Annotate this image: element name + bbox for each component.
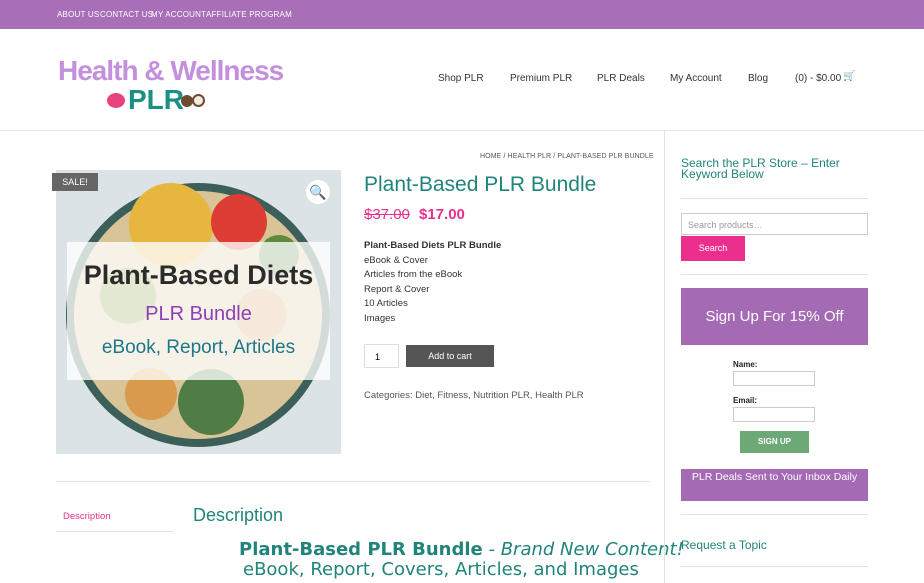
magnifier-icon[interactable]: 🔍	[306, 180, 330, 204]
tab-underline	[56, 531, 174, 532]
nav-cart[interactable]: (0) - $0.00	[795, 73, 841, 84]
cart-icon[interactable]: 🛒	[843, 71, 855, 82]
image-title: Plant-Based Diets	[83, 260, 314, 290]
nav-deals[interactable]: PLR Deals	[597, 73, 645, 84]
deals-banner[interactable]: PLR Deals Sent to Your Inbox Daily	[681, 469, 868, 501]
description-title: Description	[193, 505, 284, 525]
coconut-half-icon	[192, 94, 205, 107]
contact-link[interactable]: CONTACT US	[100, 10, 153, 19]
name-label: Name:	[733, 360, 758, 369]
sidebar-border	[664, 131, 665, 583]
description-line: 10 Articles	[364, 298, 408, 309]
description-line: eBook & Cover	[364, 254, 428, 266]
tab-description[interactable]: Description	[63, 511, 111, 522]
description-line: Articles from the eBook	[364, 269, 463, 280]
image-subtitle: PLR Bundle	[145, 303, 252, 325]
sale-price: $17.00	[419, 206, 465, 223]
add-to-cart-button[interactable]: Add to cart	[406, 345, 494, 367]
content-headline: Plant-Based PLR Bundle - Brand New Conte…	[239, 539, 684, 560]
nav-blog[interactable]: Blog	[748, 73, 768, 84]
affiliate-link[interactable]: AFFILIATE PROGRAM	[206, 10, 292, 19]
nav-account[interactable]: My Account	[670, 73, 722, 84]
top-bar: ABOUT US CONTACT US MY ACCOUNT AFFILIATE…	[0, 0, 924, 29]
search-input[interactable]: Search products…	[681, 213, 868, 235]
product-categories: Categories: Diet, Fitness, Nutrition PLR…	[364, 390, 584, 401]
content-tagline: - Brand New Content!	[482, 539, 684, 560]
nav-shop[interactable]: Shop PLR	[438, 73, 484, 84]
description-line: Report & Cover	[364, 283, 430, 295]
image-tagline: eBook, Report, Articles	[101, 337, 296, 358]
categories-label: Categories:	[364, 390, 413, 401]
sidebar-separator	[681, 198, 868, 199]
account-link[interactable]: MY ACCOUNT	[151, 10, 206, 19]
section-divider	[56, 481, 650, 482]
dragonfruit-icon	[107, 93, 125, 108]
email-field[interactable]	[733, 407, 815, 422]
nav-premium[interactable]: Premium PLR	[510, 73, 572, 84]
old-price: $37.00	[364, 206, 410, 223]
description-line: Images	[364, 312, 396, 324]
sidebar-separator	[681, 566, 868, 567]
content-bold: Plant-Based PLR Bundle	[239, 539, 483, 560]
description-heading: Plant-Based Diets PLR Bundle	[364, 240, 502, 251]
sidebar-separator	[681, 274, 868, 275]
search-button[interactable]: Search	[681, 236, 745, 261]
product-image[interactable]: Plant-Based Diets PLR Bundle eBook, Repo…	[56, 170, 341, 454]
sale-badge: SALE!	[52, 173, 98, 191]
breadcrumb[interactable]: HOME / HEALTH PLR / PLANT-BASED PLR BUND…	[480, 153, 654, 160]
content-subheadline: eBook, Report, Covers, Articles, and Ima…	[243, 559, 639, 580]
request-topic-link[interactable]: Request a Topic	[681, 538, 767, 552]
signup-button[interactable]: SIGN UP	[740, 431, 809, 453]
quantity-stepper[interactable]: 1	[364, 344, 399, 368]
product-short-description: Plant-Based Diets PLR Bundle eBook & Cov…	[364, 239, 501, 326]
sidebar-separator	[681, 514, 868, 515]
sidebar-search-title: Search the PLR Store – Enter Keyword Bel…	[681, 156, 840, 181]
about-link[interactable]: ABOUT US	[57, 10, 99, 19]
logo-title[interactable]: Health & Wellness	[58, 55, 284, 87]
signup-banner: Sign Up For 15% Off	[681, 288, 868, 345]
category-links[interactable]: Diet, Fitness, Nutrition PLR, Health PLR	[415, 390, 583, 401]
logo-plr[interactable]: PLR	[128, 84, 184, 116]
name-field[interactable]	[733, 371, 815, 386]
email-label: Email:	[733, 396, 758, 405]
product-title: Plant-Based PLR Bundle	[364, 173, 597, 196]
